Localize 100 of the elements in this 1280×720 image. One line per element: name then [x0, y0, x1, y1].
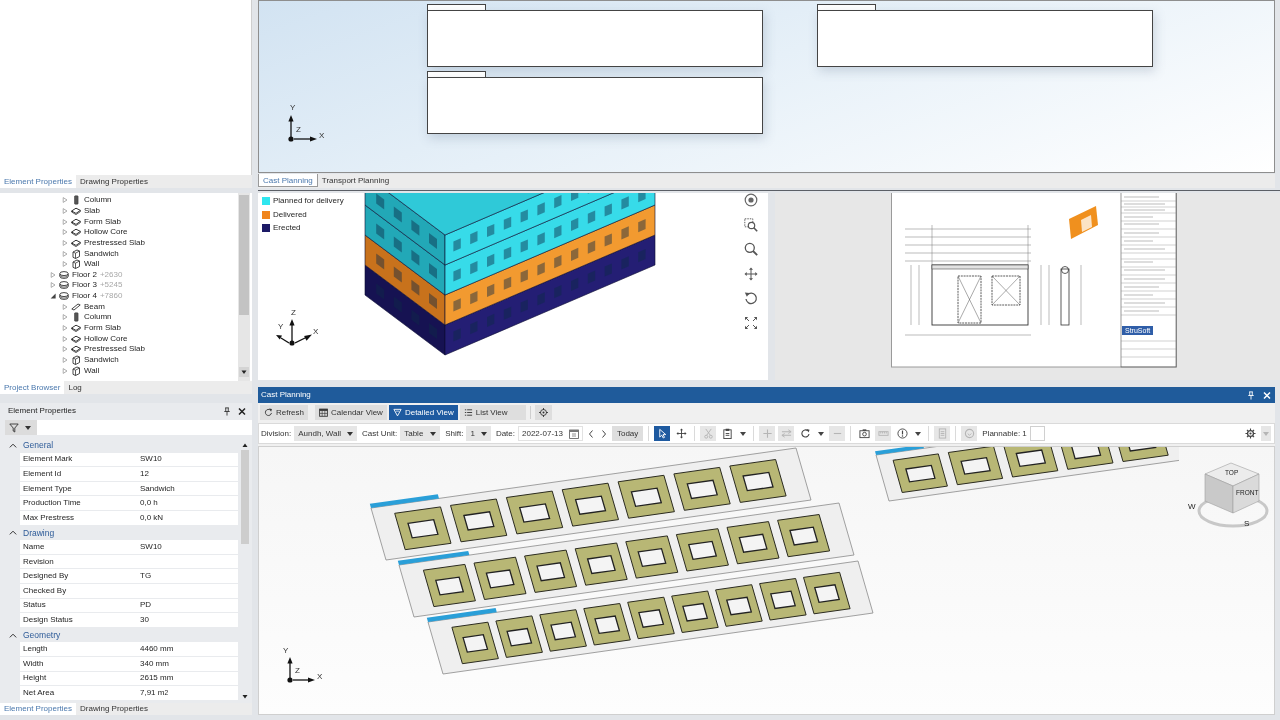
- category-header[interactable]: Geometry: [0, 627, 61, 643]
- filter-button[interactable]: [5, 420, 37, 435]
- caret-icon: [915, 431, 922, 436]
- property-name: Designed By: [20, 569, 137, 584]
- zoom-window-icon[interactable]: [744, 217, 758, 232]
- target-icon[interactable]: [744, 193, 758, 207]
- property-value[interactable]: 30: [137, 613, 238, 628]
- scrollbar-thumb[interactable]: [241, 450, 249, 544]
- dropdown[interactable]: 1: [466, 426, 491, 441]
- tree-item[interactable]: Column: [62, 312, 112, 323]
- calendar-icon: [319, 408, 328, 417]
- tree-item[interactable]: Form Slab: [62, 216, 121, 227]
- close-icon[interactable]: [238, 406, 246, 416]
- camera-icon: [858, 428, 870, 439]
- panel-title: Element Properties: [8, 407, 78, 415]
- rotate-icon[interactable]: [744, 291, 758, 305]
- calendar-icon: [568, 428, 579, 439]
- tree-item[interactable]: Sandwich: [62, 248, 119, 259]
- compass-label: W: [1188, 503, 1196, 511]
- property-name: Element Id: [20, 467, 137, 482]
- expander-icon[interactable]: [50, 293, 56, 300]
- caret-icon: [430, 431, 437, 436]
- tree-item[interactable]: Floor 2 +2630: [50, 269, 123, 281]
- tool-button[interactable]: [856, 426, 873, 441]
- tool-button[interactable]: [673, 426, 690, 441]
- property-name: Name: [20, 540, 137, 555]
- axis-label: Z: [295, 667, 300, 675]
- scrollbar-thumb[interactable]: [239, 195, 249, 315]
- x-axis-arrow-icon: [293, 677, 315, 683]
- filter-icon: [9, 422, 19, 433]
- scroll-down-icon[interactable]: [239, 367, 249, 377]
- panel-tab[interactable]: Log: [64, 381, 86, 394]
- view-tab[interactable]: List View: [459, 405, 526, 420]
- property-value[interactable]: TG: [137, 569, 238, 584]
- axis-label: Z: [296, 126, 301, 134]
- tool-button[interactable]: [654, 426, 671, 441]
- tree-item[interactable]: Sandwich: [62, 354, 119, 366]
- panel-tab[interactable]: Drawing Properties: [76, 703, 153, 715]
- tree-item[interactable]: Prestressed Slab: [62, 237, 145, 249]
- property-value[interactable]: 4460 mm: [137, 642, 238, 657]
- field-label: Division:: [261, 429, 292, 438]
- scissors-icon: [702, 428, 714, 439]
- fit-view-icon[interactable]: [744, 315, 758, 330]
- tree-item[interactable]: Beam: [62, 301, 105, 313]
- property-value[interactable]: 0,0 h: [137, 496, 238, 511]
- dropdown[interactable]: Table: [400, 426, 441, 441]
- plannable-label: Plannable: 1: [982, 429, 1027, 438]
- refresh-button[interactable]: Refresh: [260, 405, 308, 420]
- panel-tab[interactable]: Cast Planning: [258, 174, 318, 187]
- chevron-right-icon[interactable]: [600, 428, 607, 439]
- view-tab[interactable]: Calendar View: [315, 405, 387, 420]
- category-header[interactable]: Drawing: [0, 525, 55, 541]
- zoom-icon[interactable]: [744, 242, 758, 256]
- z-axis-arrow-icon: [289, 319, 295, 346]
- tree-item[interactable]: Slab: [62, 205, 100, 217]
- panel-tab[interactable]: Transport Planning: [317, 174, 394, 188]
- compass-label: S: [1244, 520, 1250, 528]
- column-icon: [71, 195, 81, 206]
- tree-item[interactable]: Floor 3 +5245: [50, 280, 123, 291]
- crosshair-icon: [538, 408, 548, 417]
- input-field[interactable]: [1029, 426, 1045, 441]
- y-axis-arrow-icon: [288, 115, 294, 142]
- caret-icon: [347, 431, 354, 436]
- dropdown[interactable]: Aundh, Wall: [294, 426, 358, 441]
- rotate-icon: [799, 428, 811, 439]
- tree-item[interactable]: Floor 4 +7860: [50, 290, 123, 302]
- field-label: Cast Unit:: [362, 429, 398, 438]
- scrollbar[interactable]: [238, 193, 250, 381]
- panel-tab[interactable]: Project Browser: [0, 381, 65, 394]
- tree-item[interactable]: Wall: [62, 365, 100, 376]
- caret-icon: [25, 425, 31, 430]
- move-icon: [675, 428, 687, 439]
- chevron-left-icon[interactable]: [587, 428, 594, 439]
- today-button[interactable]: Today: [611, 426, 644, 441]
- tree-item[interactable]: Form Slab: [62, 322, 121, 334]
- tree-item[interactable]: Column: [62, 195, 112, 206]
- caret-icon: [1263, 431, 1269, 436]
- panel-tab[interactable]: Element Properties: [0, 703, 77, 715]
- view-tab[interactable]: Detailed View: [388, 405, 458, 420]
- tree-item[interactable]: Prestressed Slab: [62, 343, 145, 355]
- property-value[interactable]: 12: [137, 467, 238, 482]
- sync-icon: [963, 428, 975, 439]
- tree-item[interactable]: Wall: [62, 258, 100, 270]
- panel-tab[interactable]: Element Properties: [0, 175, 77, 188]
- tool-button[interactable]: [894, 426, 911, 441]
- tree-item[interactable]: Hollow Core: [62, 333, 128, 344]
- tree-item[interactable]: Hollow Core: [62, 226, 128, 238]
- property-value[interactable]: 7,91 m$^{2}$: [137, 686, 238, 701]
- pin-icon[interactable]: [223, 406, 231, 416]
- move-icon[interactable]: [744, 266, 758, 281]
- crosshair-button[interactable]: [534, 405, 552, 420]
- scroll-down-icon[interactable]: [241, 693, 249, 701]
- tool-button[interactable]: [1242, 426, 1258, 441]
- funnel-icon: [392, 408, 402, 417]
- property-value[interactable]: SW10: [137, 452, 238, 468]
- property-value[interactable]: SW10: [137, 540, 238, 555]
- category-header[interactable]: General: [0, 438, 54, 453]
- cursor-icon: [656, 428, 668, 439]
- panel-tab[interactable]: Drawing Properties: [76, 175, 153, 188]
- date-field[interactable]: 2022-07-13: [518, 426, 583, 441]
